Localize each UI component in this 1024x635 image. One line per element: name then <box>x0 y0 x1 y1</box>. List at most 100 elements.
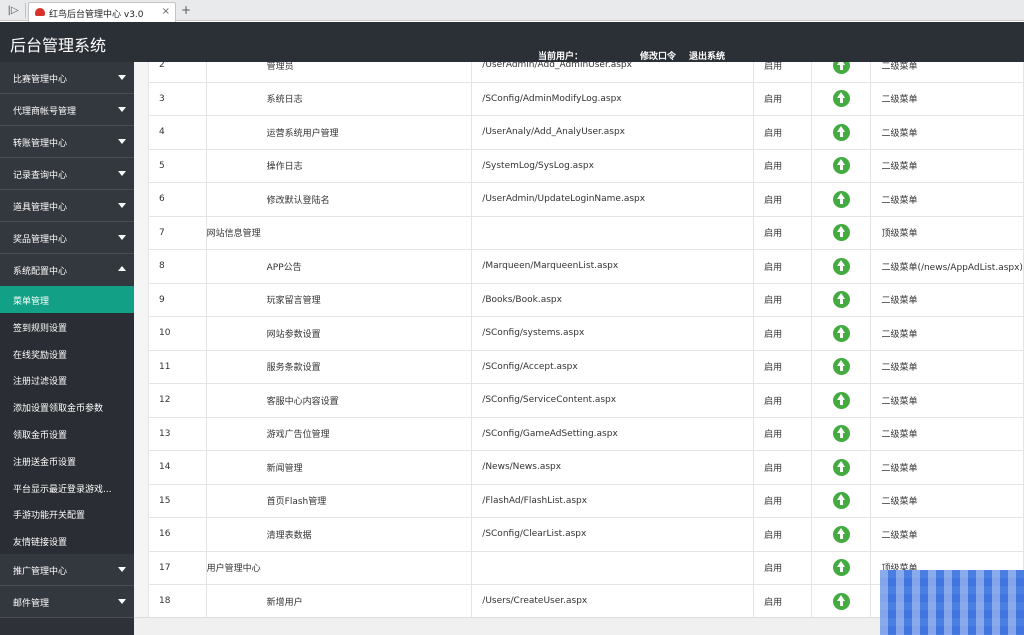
sidebar-sub-item[interactable]: 领取金币设置 <box>0 419 134 447</box>
row-name: 系统日志 <box>266 95 303 106</box>
row-status-cell: 启用 <box>753 215 812 250</box>
arrow-up-circle-icon[interactable] <box>832 358 850 376</box>
arrow-up-circle-icon[interactable] <box>832 492 850 510</box>
sidebar-menu-label: 邮件管理 <box>13 598 50 609</box>
arrow-up-circle-icon[interactable] <box>832 559 850 577</box>
row-id-cell: 5 <box>148 148 207 183</box>
row-name: 管理员 <box>266 62 294 72</box>
row-status-cell: 启用 <box>753 483 812 518</box>
row-name-cell: 服务条款设置 <box>205 349 473 384</box>
sidebar-sub-item-label: 签到规则设置 <box>13 323 68 334</box>
arrow-up-circle-icon[interactable] <box>832 391 850 409</box>
sidebar-menu-label: 记录查询中心 <box>13 171 68 181</box>
row-name-cell: 网站参数设置 <box>205 316 473 351</box>
caret-down-icon <box>118 171 126 176</box>
row-type-cell: 二级菜单 <box>870 115 1024 150</box>
caret-down-icon <box>118 107 126 112</box>
sidebar-menu-label: 代理商帐号管理 <box>13 107 77 117</box>
table-row: 3 系统日志/SConfig/AdminModifyLog.aspx 启用 二级菜单 <box>148 81 1024 116</box>
row-status-cell: 启用 <box>753 148 812 183</box>
sidebar-menu-label: 推广管理中心 <box>13 566 68 577</box>
arrow-up-circle-icon[interactable] <box>832 525 850 543</box>
arrow-up-circle-icon[interactable] <box>832 324 850 342</box>
table-row: 16 清理表数据/SConfig/ClearList.aspx 启用 二级菜单 <box>148 517 1024 552</box>
row-id-cell: 17 <box>148 550 207 585</box>
sidebar-menu-item[interactable]: 推广管理中心 <box>0 553 134 586</box>
row-status-cell: 启用 <box>753 450 812 485</box>
row-action-cell <box>810 249 872 284</box>
close-tab-icon[interactable]: × <box>162 6 170 17</box>
row-url-cell <box>471 215 755 250</box>
row-name: 网站参数设置 <box>266 329 321 340</box>
change-password-link[interactable]: 修改口令 <box>640 49 676 62</box>
row-url-cell: /Users/CreateUser.aspx <box>471 584 755 617</box>
pixelated-watermark <box>880 570 1024 635</box>
row-action-cell <box>810 81 872 116</box>
row-name-cell: 修改默认登陆名 <box>205 182 473 217</box>
sidebar-menu-label: 系统配置中心 <box>13 267 68 277</box>
row-type-cell: 二级菜单 <box>870 316 1024 351</box>
sidebar-sub-item[interactable]: 签到规则设置 <box>0 312 134 340</box>
sidebar-sub-item[interactable]: 友情链接设置 <box>0 527 134 554</box>
arrow-up-circle-icon[interactable] <box>832 425 850 443</box>
sidebar-sub-item[interactable]: 平台显示最近登录游戏... <box>0 473 134 501</box>
row-name: 运营系统用户管理 <box>266 128 339 139</box>
row-status-cell: 启用 <box>753 115 812 150</box>
row-action-cell <box>810 349 872 384</box>
sidebar-sub-item[interactable]: 在线奖励设置 <box>0 339 134 367</box>
sidebar-sub-item[interactable]: 菜单管理 <box>0 286 134 313</box>
sidebar-sub-item-label: 添加设置领取金币参数 <box>13 404 104 415</box>
sidebar-menu-item[interactable]: 比赛管理中心 <box>0 62 134 94</box>
sidebar-menu-item[interactable]: 道具管理中心 <box>0 190 134 222</box>
browser-tab[interactable]: 红鸟后台管理中心 v3.0 × <box>28 2 176 22</box>
sidebar-menu-system-config[interactable]: 系统配置中心 <box>0 254 134 286</box>
sidebar-sub-item[interactable]: 注册过滤设置 <box>0 366 134 394</box>
sidebar-menu-item[interactable]: 转账管理中心 <box>0 126 134 158</box>
arrow-up-circle-icon[interactable] <box>832 62 850 74</box>
sidebar-menu-item[interactable]: 记录查询中心 <box>0 158 134 190</box>
arrow-up-circle-icon[interactable] <box>832 291 850 309</box>
sidebar-sub-item[interactable]: 手游功能开关配置 <box>0 500 134 528</box>
row-name-cell: 玩家留言管理 <box>205 282 473 317</box>
sidebar-sub-item-label: 领取金币设置 <box>13 430 68 441</box>
row-action-cell <box>810 416 872 451</box>
row-name-cell: 新增用户 <box>205 584 473 617</box>
row-id-cell: 18 <box>148 584 207 617</box>
row-action-cell <box>810 316 872 351</box>
arrow-up-circle-icon[interactable] <box>832 458 850 476</box>
browser-tab-strip: |▷ 红鸟后台管理中心 v3.0 × + <box>0 0 1024 22</box>
row-url-cell: /SConfig/Accept.aspx <box>471 349 755 384</box>
sidebar-menu-item[interactable]: 奖品管理中心 <box>0 222 134 254</box>
table-row: 5 操作日志/SystemLog/SysLog.aspx 启用 二级菜单 <box>148 148 1024 183</box>
arrow-up-circle-icon[interactable] <box>832 90 850 108</box>
arrow-up-circle-icon[interactable] <box>832 224 850 242</box>
logout-link[interactable]: 退出系统 <box>689 49 725 62</box>
row-name-cell: APP公告 <box>205 249 473 284</box>
row-type-cell: 二级菜单 <box>870 62 1024 83</box>
arrow-up-circle-icon[interactable] <box>832 592 850 610</box>
new-tab-icon[interactable]: + <box>179 3 193 17</box>
sidebar-sub-item[interactable]: 注册送金币设置 <box>0 446 134 474</box>
row-id-cell: 13 <box>148 416 207 451</box>
sidebar-menu-item[interactable]: 代理商帐号管理 <box>0 94 134 126</box>
caret-down-icon <box>118 75 126 80</box>
row-url-cell: /SConfig/ClearList.aspx <box>471 517 755 552</box>
table-row: 2 管理员/UserAdmin/Add_AdminUser.aspx 启用 二级菜单 <box>148 62 1024 83</box>
row-status-cell: 启用 <box>753 62 812 83</box>
table-row: 13 游戏广告位管理/SConfig/GameAdSetting.aspx 启用 二级… <box>148 416 1024 451</box>
arrow-up-circle-icon[interactable] <box>832 123 850 141</box>
row-id-cell: 15 <box>148 483 207 518</box>
row-name: 修改默认登陆名 <box>266 195 330 206</box>
arrow-up-circle-icon[interactable] <box>832 190 850 208</box>
sidebar-menu-item[interactable]: 邮件管理 <box>0 585 134 618</box>
row-url-cell: /SConfig/AdminModifyLog.aspx <box>471 81 755 116</box>
sidebar-sub-item[interactable]: 添加设置领取金币参数 <box>0 393 134 420</box>
row-type-cell: 二级菜单 <box>870 148 1024 183</box>
sidebar-toggle-icon[interactable]: |▷ <box>6 4 20 17</box>
sidebar-sub-item-label: 平台显示最近登录游戏... <box>13 484 112 495</box>
row-name: 客服中心内容设置 <box>266 396 339 407</box>
row-status-cell: 启用 <box>753 584 812 617</box>
arrow-up-circle-icon[interactable] <box>832 157 850 175</box>
caret-down-icon <box>118 203 126 208</box>
arrow-up-circle-icon[interactable] <box>832 257 850 275</box>
